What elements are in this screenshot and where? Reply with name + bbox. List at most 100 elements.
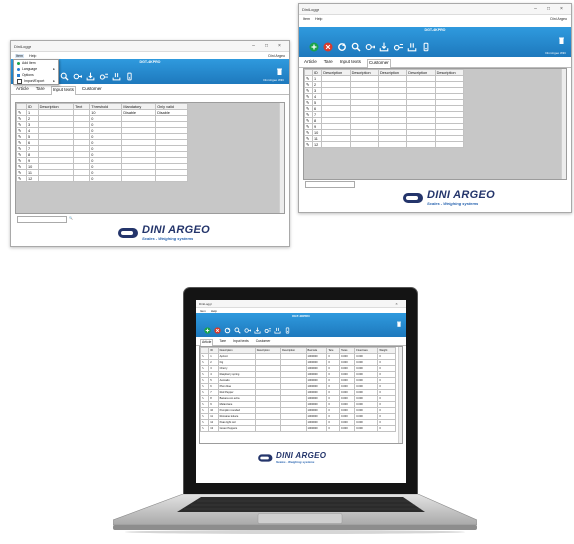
close-icon[interactable]: × xyxy=(390,301,403,306)
tares-cell[interactable]: 0.000 xyxy=(339,425,356,432)
search-input[interactable] xyxy=(17,216,67,223)
weight-cell[interactable]: 0 xyxy=(377,425,396,432)
laptop-screen: DiniLoggr × Item Help DGT-4KPRO Article … xyxy=(196,300,406,483)
send-icon[interactable] xyxy=(73,72,82,81)
mandatory-cell[interactable] xyxy=(121,175,157,182)
receive-all-icon[interactable] xyxy=(407,42,417,52)
menu-bar: Item Help Dini Argeo xyxy=(299,15,571,22)
refresh-icon[interactable] xyxy=(224,327,231,334)
row-id: 13 xyxy=(208,425,219,432)
search-input[interactable] xyxy=(305,181,355,188)
menu-help[interactable]: Help xyxy=(211,309,217,313)
description-cell[interactable] xyxy=(321,141,351,148)
menu-help[interactable]: Help xyxy=(315,17,322,21)
dini-argeo-link[interactable]: Dini Argeo xyxy=(268,54,285,58)
device-icon[interactable] xyxy=(421,42,431,52)
edit-row-icon[interactable]: ✎ xyxy=(16,175,27,182)
trash-icon[interactable] xyxy=(397,321,401,327)
search-icon[interactable] xyxy=(234,327,241,334)
maximize-icon[interactable]: □ xyxy=(542,6,555,12)
text-cell[interactable] xyxy=(73,175,91,182)
file-menu-dropdown: Add Item Language ▸ Options Import/Export… xyxy=(13,59,59,85)
customer-table: ID Description Description Description Descr… xyxy=(304,69,465,148)
menu-file[interactable]: Item xyxy=(200,309,206,313)
add-icon[interactable] xyxy=(309,42,319,52)
menu-help[interactable]: Help xyxy=(29,54,36,58)
tab-article[interactable]: Article xyxy=(15,86,30,94)
trash-icon[interactable] xyxy=(559,37,564,44)
tab-article[interactable]: Article xyxy=(200,339,214,346)
add-icon[interactable] xyxy=(204,327,211,334)
tab-input-texts[interactable]: Input texts xyxy=(339,59,362,67)
tab-article[interactable]: Article xyxy=(303,59,318,67)
minimize-icon[interactable]: – xyxy=(529,6,542,12)
close-icon[interactable]: × xyxy=(555,6,568,12)
receive-all-icon[interactable] xyxy=(274,327,281,334)
menu-file[interactable]: Item xyxy=(15,53,24,58)
tab-customer[interactable]: Customer xyxy=(81,86,103,94)
threshold-cell[interactable]: 0 xyxy=(89,175,123,182)
receive-icon[interactable] xyxy=(86,72,95,81)
search-icon[interactable] xyxy=(60,72,69,81)
tab-tare[interactable]: Tare xyxy=(323,59,334,67)
window-title: DiniLoggr xyxy=(14,43,32,49)
tab-customer[interactable]: Customer xyxy=(366,59,391,68)
tab-bar: Article Tare Input texts Customer xyxy=(299,57,571,68)
receive-icon[interactable] xyxy=(379,42,389,52)
device-toolbar: DGT-4KPRO Dini Argeo WiFi xyxy=(299,27,571,57)
dini-argeo-logo: DINI ARGEO Scales - Weighing systems xyxy=(118,225,210,241)
receive-icon[interactable] xyxy=(254,327,261,334)
description-cell[interactable] xyxy=(406,141,436,148)
description-cell[interactable] xyxy=(37,175,75,182)
send-icon[interactable] xyxy=(244,327,251,334)
delete-icon[interactable] xyxy=(323,42,333,52)
tab-input-texts[interactable]: Input texts xyxy=(50,86,76,95)
table-row[interactable]: ✎ 12 xyxy=(304,141,465,148)
delete-icon[interactable] xyxy=(214,327,221,334)
maximize-icon[interactable]: □ xyxy=(260,43,273,49)
description-cell[interactable]: Green Peppers xyxy=(217,425,256,432)
tab-customer[interactable]: Customer xyxy=(255,339,272,345)
import-icon xyxy=(17,78,22,84)
only-valid-cell[interactable] xyxy=(155,175,188,182)
window-title: DiniLoggr xyxy=(199,301,212,306)
device-icon[interactable] xyxy=(125,72,134,81)
menu-item-import-export[interactable]: Import/Export ▸ xyxy=(14,78,58,84)
receive-all-icon[interactable] xyxy=(112,72,121,81)
table-row[interactable]: ✎ 12 0 xyxy=(16,175,188,182)
vertical-scrollbar[interactable] xyxy=(279,103,284,213)
tab-tare[interactable]: Tare xyxy=(218,339,227,345)
device-icon[interactable] xyxy=(284,327,291,334)
description-cell[interactable] xyxy=(280,425,307,432)
send-icon[interactable] xyxy=(365,42,375,52)
search-icon[interactable]: 🔍 xyxy=(69,216,73,220)
tab-input-texts[interactable]: Input texts xyxy=(232,339,250,345)
menu-file[interactable]: Item xyxy=(303,17,310,21)
search-icon[interactable] xyxy=(351,42,361,52)
description-cell[interactable] xyxy=(254,425,282,432)
send-all-icon[interactable] xyxy=(393,42,403,52)
refresh-icon[interactable] xyxy=(337,42,347,52)
description-cell[interactable] xyxy=(349,141,379,148)
trash-icon[interactable] xyxy=(277,68,282,75)
edit-row-icon[interactable]: ✎ xyxy=(304,141,313,148)
description-cell[interactable] xyxy=(377,141,408,148)
minimize-icon[interactable]: – xyxy=(247,43,260,49)
data-grid: ID Description Description Description Descr… xyxy=(303,68,567,180)
vertical-scrollbar[interactable] xyxy=(561,69,566,179)
fixed-tare-cell[interactable]: 0.000 xyxy=(354,425,379,432)
table-row[interactable]: ✎ 13 Green Peppers 1000000 0 0.000 0.000 0 xyxy=(199,425,396,432)
barcode-cell[interactable]: 1000000 xyxy=(305,425,328,432)
globe-icon xyxy=(17,67,20,71)
tab-tare[interactable]: Tare xyxy=(35,86,46,94)
send-all-icon[interactable] xyxy=(99,72,108,81)
vertical-scrollbar[interactable] xyxy=(398,347,402,443)
logo-tagline: Scales - Weighing systems xyxy=(427,201,479,206)
dini-argeo-link[interactable]: Dini Argeo xyxy=(550,17,567,21)
edit-row-icon[interactable]: ✎ xyxy=(199,425,210,432)
close-icon[interactable]: × xyxy=(273,43,286,49)
logo-mark-icon xyxy=(258,454,273,462)
description-cell[interactable] xyxy=(434,141,465,148)
tare-cell[interactable]: 0 xyxy=(326,425,341,432)
send-all-icon[interactable] xyxy=(264,327,271,334)
